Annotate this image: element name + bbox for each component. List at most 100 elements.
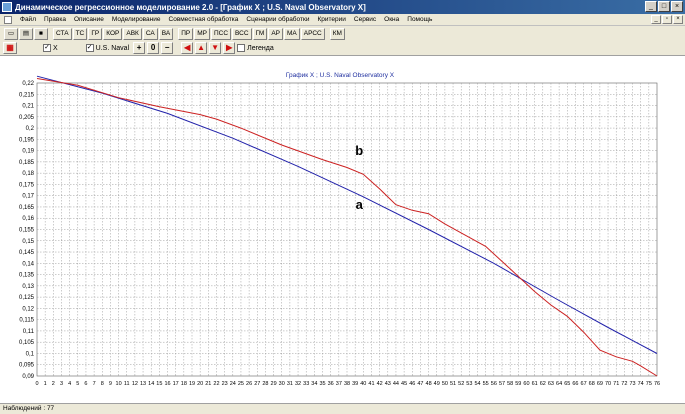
x-tick-label: 5 [76,381,79,387]
x-tick-label: 11 [124,381,130,387]
x-tick-label: 76 [654,381,660,387]
x-tick-label: 10 [116,381,122,387]
x-tick-label: 28 [262,381,268,387]
y-tick-label: 0,205 [19,115,35,121]
document-icon[interactable] [4,15,12,24]
tool-gm[interactable]: ГМ [252,27,268,40]
series-x-checkbox[interactable]: ✓ [43,44,51,52]
x-tick-label: 1 [44,381,47,387]
x-tick-label: 34 [311,381,317,387]
save-icon[interactable]: ■ [34,27,48,40]
x-tick-label: 37 [336,381,342,387]
y-tick-label: 0,175 [19,182,35,188]
menu-scenarios[interactable]: Сценарии обработки [242,16,313,23]
tool-mr[interactable]: МР [194,27,210,40]
tool-arss[interactable]: АРСС [300,27,325,40]
title-bar: Динамическое регрессионное моделирование… [0,0,685,14]
zoom-out-button[interactable]: − [161,42,174,54]
tool-sa[interactable]: СА [142,27,158,40]
window-controls: _ □ × [645,1,683,12]
y-tick-label: 0,145 [19,250,35,256]
y-tick-label: 0,095 [19,363,35,369]
tool-km[interactable]: КМ [329,27,345,40]
x-tick-label: 53 [466,381,472,387]
tool-avk[interactable]: АВК [123,27,142,40]
y-tick-label: 0,09 [22,374,34,380]
x-tick-label: 58 [507,381,513,387]
menu-service[interactable]: Сервис [350,16,380,23]
open-icon[interactable]: ▤ [19,27,33,40]
tool-gr[interactable]: ГР [88,27,103,40]
y-tick-label: 0,165 [19,205,35,211]
chart-settings-icon[interactable]: ▦ [3,42,17,54]
x-tick-label: 56 [491,381,497,387]
menu-edit[interactable]: Правка [40,16,70,23]
x-tick-label: 17 [173,381,179,387]
x-tick-label: 48 [426,381,432,387]
y-tick-label: 0,13 [22,284,34,290]
status-bar: Наблюдений : 77 [0,403,685,414]
arrow-right-icon[interactable]: ▶ [223,42,236,54]
tool-va[interactable]: ВА [158,27,174,40]
tool-pss[interactable]: ПСС [210,27,232,40]
tool-pr[interactable]: ПР [178,27,194,40]
x-tick-label: 62 [540,381,546,387]
series-selection-bar: ▦ ✓ X ✓ U.S. Naval + 0 − ◀ ▲ ▼ ▶ Легенда [0,41,685,56]
x-tick-label: 59 [515,381,521,387]
menu-help[interactable]: Помощь [403,16,436,23]
mdi-close-button[interactable]: × [673,15,683,24]
zoom-in-button[interactable]: + [133,42,146,54]
menu-file[interactable]: Файл [16,16,40,23]
menu-criteria[interactable]: Критерии [313,16,349,23]
x-tick-label: 33 [303,381,309,387]
x-tick-label: 14 [148,381,154,387]
tool-kor[interactable]: КОР [103,27,123,40]
y-tick-label: 0,21 [22,104,34,110]
minimize-button[interactable]: _ [645,1,657,12]
mdi-restore-button[interactable]: ▫ [662,15,672,24]
y-tick-label: 0,185 [19,160,35,166]
x-tick-label: 47 [417,381,423,387]
x-tick-label: 65 [564,381,570,387]
mdi-controls: _ ▫ × [651,15,683,24]
x-tick-label: 61 [532,381,538,387]
menu-windows[interactable]: Окна [380,16,403,23]
tool-sta[interactable]: СТА [53,27,72,40]
mdi-minimize-button[interactable]: _ [651,15,661,24]
menu-modeling[interactable]: Моделирование [108,16,165,23]
arrow-up-icon[interactable]: ▲ [195,42,208,54]
arrow-left-icon[interactable]: ◀ [181,42,194,54]
maximize-button[interactable]: □ [658,1,670,12]
x-tick-label: 55 [483,381,489,387]
y-tick-label: 0,16 [22,216,34,222]
x-tick-label: 54 [474,381,480,387]
x-tick-label: 63 [548,381,554,387]
new-icon[interactable]: ▭ [4,27,18,40]
y-tick-label: 0,1 [26,351,35,357]
x-tick-label: 46 [409,381,415,387]
x-tick-label: 31 [287,381,293,387]
x-tick-label: 72 [621,381,627,387]
arrow-down-icon[interactable]: ▼ [209,42,222,54]
x-tick-label: 2 [52,381,55,387]
y-tick-label: 0,14 [22,261,34,267]
close-button[interactable]: × [671,1,683,12]
x-tick-label: 49 [434,381,440,387]
zoom-reset-button[interactable]: 0 [147,42,160,54]
x-tick-label: 69 [597,381,603,387]
tool-ar[interactable]: АР [268,27,283,40]
observations-count: Наблюдений : 77 [3,405,55,412]
tool-ts[interactable]: ТС [72,27,88,40]
x-tick-label: 70 [605,381,611,387]
y-tick-label: 0,2 [26,126,35,132]
chart-title: График X ; U.S. Naval Observatory X [286,72,395,79]
tool-ma[interactable]: МА [284,27,300,40]
y-tick-label: 0,195 [19,137,35,143]
menu-description[interactable]: Описание [70,16,108,23]
legend-checkbox[interactable] [237,44,246,52]
x-tick-label: 40 [360,381,366,387]
tool-vss[interactable]: ВСС [232,27,252,40]
legend-label: Легенда [247,44,274,52]
menu-joint-processing[interactable]: Совместная обработка [165,16,243,23]
series-usnaval-checkbox[interactable]: ✓ [85,44,94,52]
